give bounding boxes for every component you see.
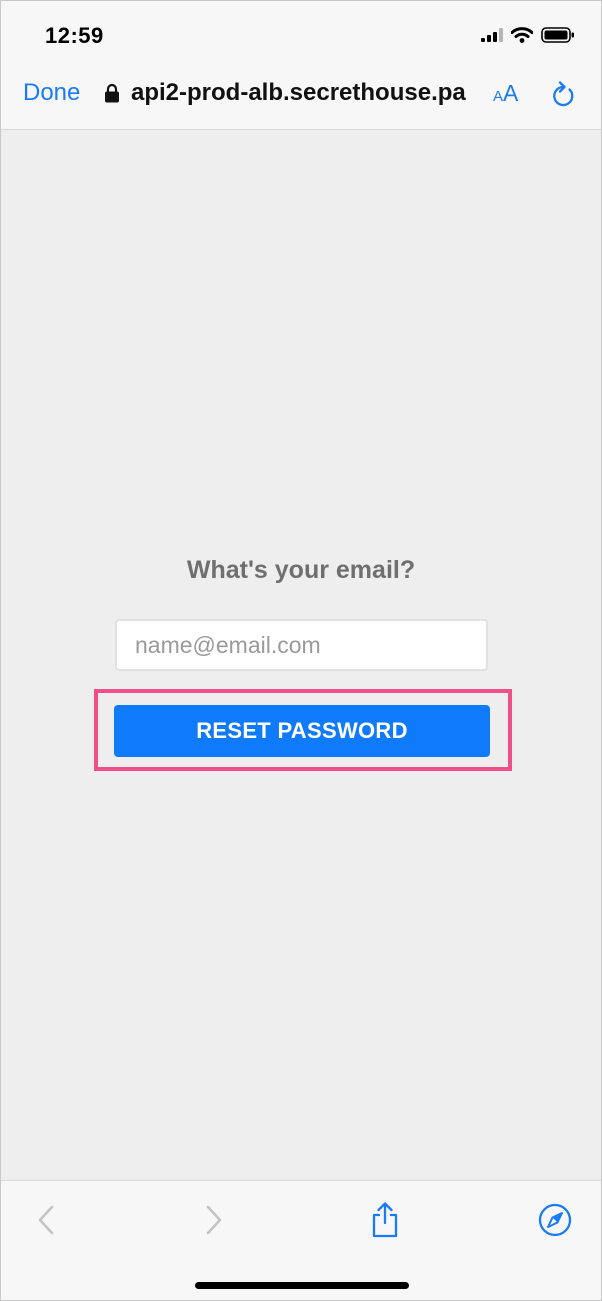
- phone-screen: 12:59 Done api2-prod-alb.secrethouse.pa …: [0, 0, 602, 1301]
- reset-password-button[interactable]: RESET PASSWORD: [114, 705, 490, 757]
- web-content: What's your email? RESET PASSWORD: [1, 130, 601, 1180]
- browser-toolbar: Done api2-prod-alb.secrethouse.pa AA: [1, 63, 601, 130]
- back-icon[interactable]: [35, 1203, 57, 1237]
- bottom-toolbar: [1, 1180, 601, 1300]
- signal-icon: [481, 28, 503, 42]
- email-prompt-heading: What's your email?: [186, 556, 416, 584]
- text-size-small-label: A: [493, 88, 504, 105]
- home-indicator[interactable]: [195, 1282, 409, 1289]
- text-size-icon[interactable]: AA: [493, 80, 518, 107]
- forward-icon[interactable]: [203, 1203, 225, 1237]
- status-time: 12:59: [45, 23, 104, 48]
- reload-icon[interactable]: [550, 80, 576, 108]
- share-icon[interactable]: [369, 1201, 401, 1239]
- status-icons: [481, 27, 575, 43]
- compass-icon[interactable]: [538, 1203, 572, 1237]
- lock-icon: [105, 83, 119, 103]
- battery-icon: [541, 27, 574, 43]
- status-bar: 12:59: [1, 1, 601, 63]
- url-text[interactable]: api2-prod-alb.secrethouse.pa: [131, 79, 479, 107]
- wifi-icon: [511, 27, 533, 43]
- email-field[interactable]: [115, 619, 488, 671]
- done-button[interactable]: Done: [23, 79, 80, 107]
- text-size-big-label: A: [503, 80, 519, 106]
